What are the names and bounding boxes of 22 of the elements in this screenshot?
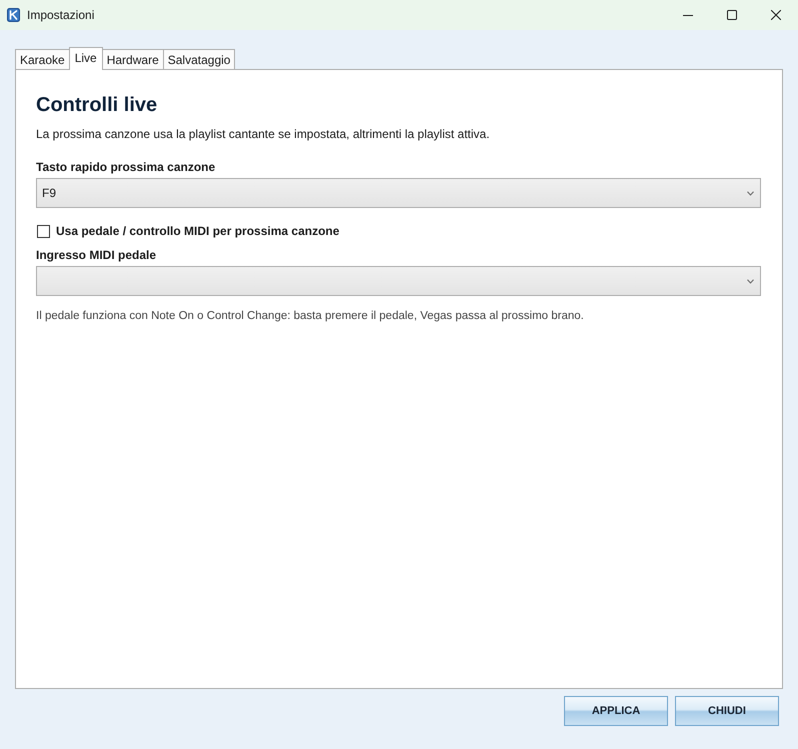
tab[interactable]: Live [68, 47, 103, 70]
maximize-icon [727, 10, 737, 20]
dropdown-field[interactable]: F9 [36, 178, 761, 208]
tab[interactable]: Hardware [102, 49, 164, 69]
chevron-down-icon [747, 278, 754, 284]
hint-text: Il pedale funziona con Note On o Control Change: basta premere il pedale, Vegas passa al prossimo brano. [36, 309, 584, 324]
tab[interactable]: Karaoke [15, 49, 70, 69]
dropdown-field[interactable] [36, 266, 761, 296]
close-icon [771, 10, 781, 20]
checkbox-label: Usa pedale / controllo MIDI per prossima canzone [56, 223, 340, 239]
window-title: Impostazioni [27, 8, 94, 22]
field-label: Tasto rapido prossima canzone [36, 159, 216, 175]
description-text: La prossima canzone usa la playlist cantante se impostata, altrimenti la playlist attiva. [36, 126, 490, 142]
dialog-button[interactable]: APPLICA [564, 696, 668, 726]
checkbox[interactable] [37, 224, 50, 238]
section-heading: Controlli live [36, 93, 158, 118]
tab[interactable]: Salvataggio [162, 49, 236, 69]
chevron-down-icon [747, 190, 754, 196]
field-label: Ingresso MIDI pedale [36, 247, 156, 263]
dropdown-value: F9 [42, 186, 56, 200]
app-logo-icon [7, 8, 20, 22]
dialog-button[interactable]: CHIUDI [675, 696, 779, 726]
